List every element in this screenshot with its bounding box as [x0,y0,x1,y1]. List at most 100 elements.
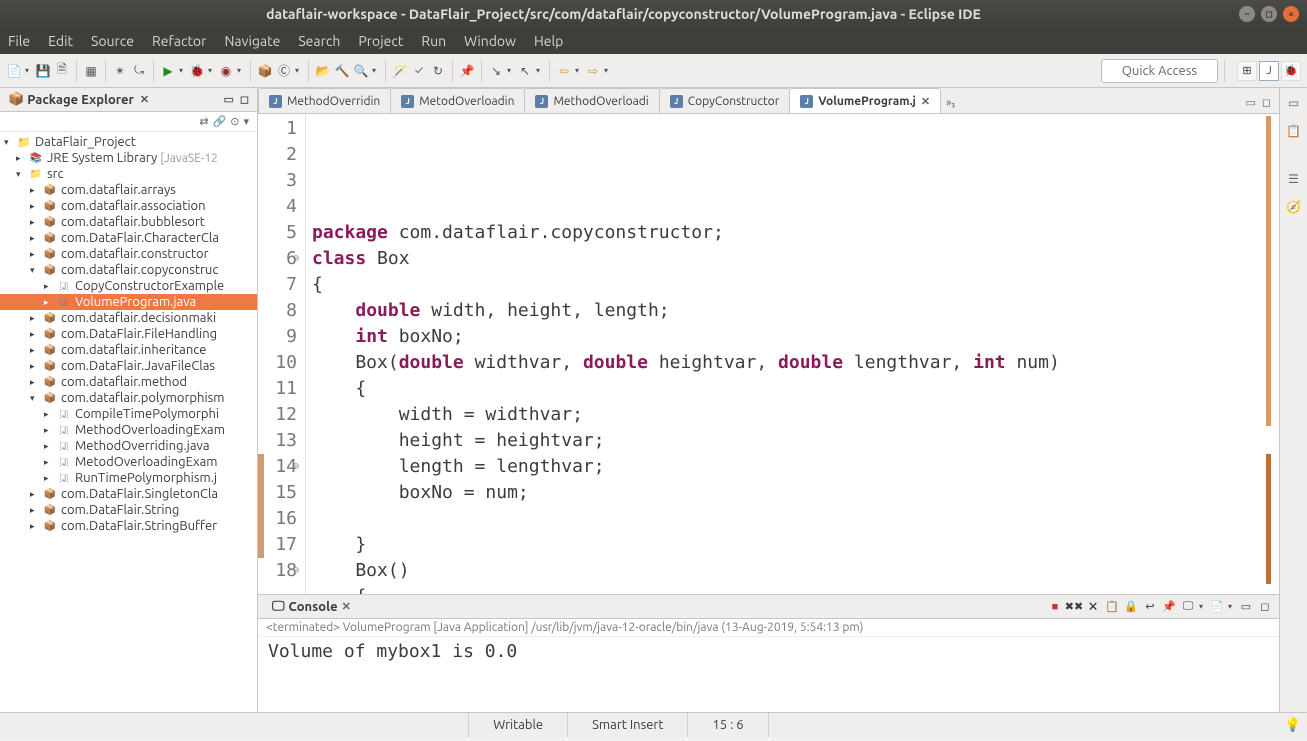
java-file-node[interactable]: ▸🇯RunTimePolymorphism.j [0,470,257,486]
editor-body[interactable]: 123456789101112131415161718 package com.… [258,114,1279,594]
view-menu-icon[interactable]: ▾ [243,115,249,128]
editor-overflow-chevron[interactable]: »₃ [940,93,961,113]
debug-breakpoint-icon[interactable]: ✴ [112,63,128,79]
dropdown-icon[interactable]: ▾ [372,66,379,75]
menu-source[interactable]: Source [91,33,134,49]
new-class-icon[interactable]: Ⓒ [276,63,292,79]
package-node[interactable]: ▸com.dataflair.inheritance [0,342,257,358]
maximize-view-icon[interactable]: ◻ [240,93,249,106]
dropdown-icon[interactable]: ▾ [25,66,32,75]
menu-help[interactable]: Help [534,33,563,49]
refresh-icon[interactable]: ↻ [430,63,446,79]
quick-access-input[interactable]: Quick Access [1101,59,1218,83]
search-icon[interactable]: 🔍 [353,63,369,79]
package-node[interactable]: ▸com.DataFlair.SingletonCla [0,486,257,502]
dropdown-icon[interactable]: ▾ [507,66,514,75]
minimize-view-icon[interactable]: ▭ [223,93,233,106]
package-explorer-tab[interactable]: 📦 Package Explorer ✕ ▭ ◻ [0,88,257,112]
debug-icon[interactable]: 🐞 [189,63,205,79]
dropdown-icon[interactable]: ▾ [208,66,215,75]
editor-tab[interactable]: JCopyConstructor [659,88,791,113]
word-wrap-icon[interactable]: ↩ [1142,599,1158,615]
menu-project[interactable]: Project [358,33,403,49]
save-icon[interactable]: 💾 [35,63,51,79]
dropdown-icon[interactable]: ▾ [237,66,244,75]
run-icon[interactable]: ▶ [160,63,176,79]
package-node-poly[interactable]: ▾com.dataflair.polymorphism [0,390,257,406]
java-file-node[interactable]: ▸🇯MethodOverriding.java [0,438,257,454]
package-node[interactable]: ▸com.dataflair.bubblesort [0,214,257,230]
console-output[interactable]: Volume of mybox1 is 0.0 [258,637,1279,666]
close-view-icon[interactable]: ✕ [140,93,149,106]
open-perspective-icon[interactable]: ⊞ [1237,61,1257,81]
minimize-button[interactable]: – [1239,6,1255,22]
close-button[interactable]: × [1283,6,1299,22]
wand-icon[interactable]: 🪄 [392,63,408,79]
task-list-icon[interactable]: ☰ [1285,170,1303,188]
package-node-open[interactable]: ▾com.dataflair.copyconstruc [0,262,257,278]
src-node[interactable]: ▾📁src [0,166,257,182]
package-node[interactable]: ▸com.dataflair.association [0,198,257,214]
java-file-node[interactable]: ▸🇯CompileTimePolymorphi [0,406,257,422]
java-file-node[interactable]: ▸🇯MethodOverloadingExam [0,422,257,438]
package-node[interactable]: ▸com.DataFlair.JavaFileClas [0,358,257,374]
outline-view-icon[interactable]: 📋 [1285,122,1303,140]
java-file-node-selected[interactable]: ▸🇯VolumeProgram.java [0,294,257,310]
scroll-lock-icon[interactable]: 🔒 [1123,599,1139,615]
dropdown-icon[interactable]: ▾ [295,66,302,75]
editor-tab[interactable]: JMethodOverridin [258,88,391,113]
java-file-node[interactable]: ▸🇯MetodOverloadingExam [0,454,257,470]
maximize-view-icon[interactable]: ◻ [1257,599,1273,615]
maximize-button[interactable]: ◻ [1261,6,1277,22]
dropdown-icon[interactable]: ▾ [604,66,611,75]
menu-window[interactable]: Window [464,33,516,49]
open-console-icon[interactable]: 📄 [1209,599,1225,615]
menu-run[interactable]: Run [421,33,446,49]
menu-edit[interactable]: Edit [48,33,73,49]
skip-breakpoints-icon[interactable]: ⤿ [131,63,147,79]
tip-bulb-icon[interactable]: 💡 [1285,718,1301,733]
package-node[interactable]: ▸com.dataflair.constructor [0,246,257,262]
prev-annotation-icon[interactable]: ↖ [517,63,533,79]
package-node[interactable]: ▸com.DataFlair.CharacterCla [0,230,257,246]
menu-file[interactable]: File [8,33,30,49]
project-tree[interactable]: ▾DataFlair_Project ▸📚JRE System Library … [0,132,257,712]
menu-navigate[interactable]: Navigate [224,33,280,49]
java-perspective-icon[interactable]: J [1259,61,1279,81]
dropdown-icon[interactable]: ▾ [575,66,582,75]
new-package-icon[interactable]: 📦 [257,63,273,79]
link-editor-icon[interactable]: 🔗 [213,115,227,128]
editor-tab[interactable]: JMethodOverloadi [524,88,659,113]
code-area[interactable]: package com.dataflair.copyconstructor;cl… [306,114,1279,594]
toggle-icon[interactable]: ▦ [83,63,99,79]
back-icon[interactable]: ⇦ [556,63,572,79]
display-console-icon[interactable]: 🖵 [1180,599,1196,615]
editor-tab[interactable]: JVolumeProgram.j✕ [789,88,941,113]
line-gutter[interactable]: 123456789101112131415161718 [258,114,306,594]
build-icon[interactable]: 🔨 [334,63,350,79]
minimize-editor-icon[interactable]: ▭ [1245,96,1255,109]
outline-icon[interactable]: 🧭 [1285,198,1303,216]
project-node[interactable]: ▾DataFlair_Project [0,134,257,150]
save-all-icon[interactable]: 🗎 [54,63,70,79]
focus-icon[interactable]: ⊙ [230,115,239,128]
editor-tab[interactable]: JMetodOverloadin [390,88,525,113]
package-node[interactable]: ▸com.dataflair.decisionmaki [0,310,257,326]
pin-console-icon[interactable]: 📌 [1161,599,1177,615]
terminate-icon[interactable]: ■ [1047,599,1063,615]
forward-icon[interactable]: ⇨ [585,63,601,79]
package-node[interactable]: ▸com.DataFlair.String [0,502,257,518]
restore-icon[interactable]: ▭ [1285,94,1303,112]
java-file-node[interactable]: ▸🇯CopyConstructorExample [0,278,257,294]
console-tab[interactable]: 🖵 Console ✕ [264,597,359,616]
clear-console-icon[interactable]: 📋 [1104,599,1120,615]
package-node[interactable]: ▸com.dataflair.arrays [0,182,257,198]
close-view-icon[interactable]: ✕ [342,600,351,613]
menu-search[interactable]: Search [298,33,340,49]
coverage-icon[interactable]: ◉ [218,63,234,79]
next-annotation-icon[interactable]: ↘ [488,63,504,79]
collapse-all-icon[interactable]: ⇄ [199,115,208,128]
minimize-view-icon[interactable]: ▭ [1238,599,1254,615]
remove-launch-icon[interactable]: ✖✖ [1066,599,1082,615]
remove-all-icon[interactable]: 🗙 [1085,599,1101,615]
